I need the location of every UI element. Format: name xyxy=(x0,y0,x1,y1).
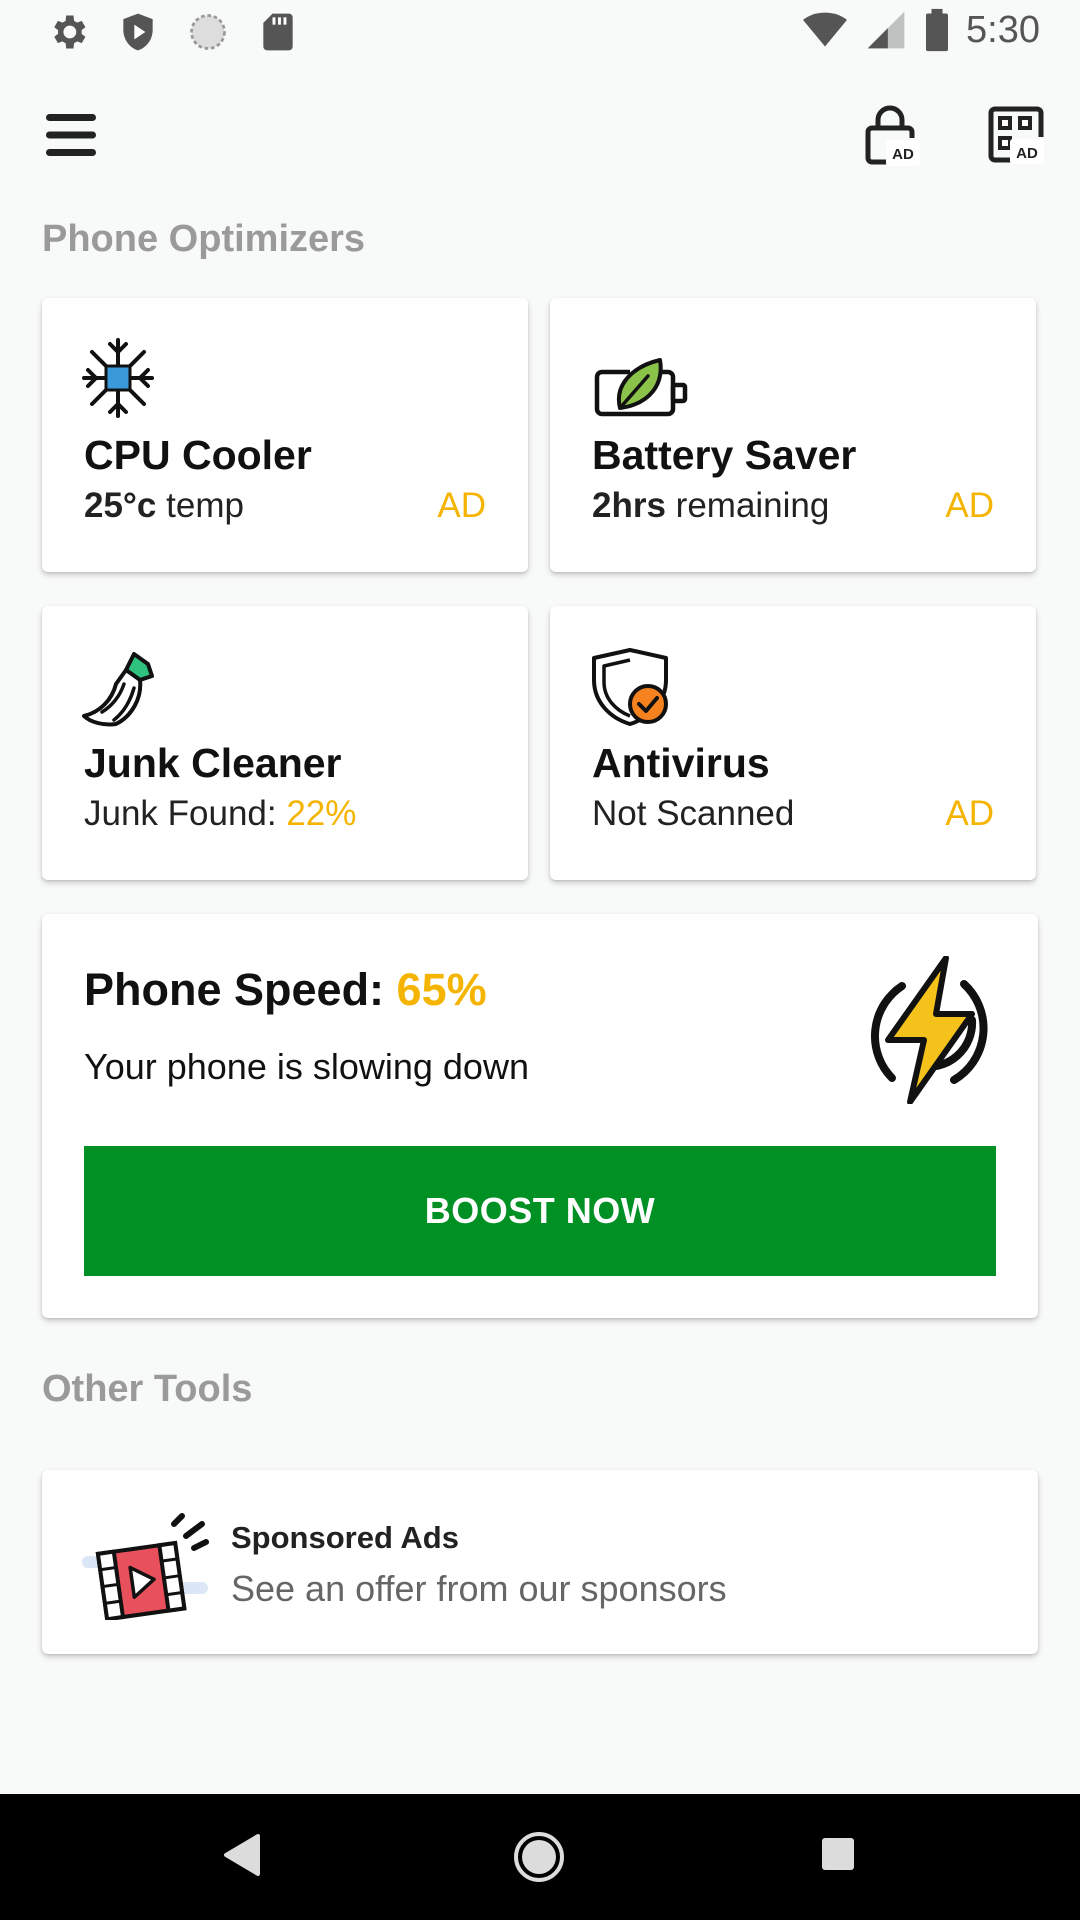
qr-ad-icon: AD xyxy=(988,106,1044,164)
system-nav-bar xyxy=(0,1794,1080,1920)
ad-tag: AD xyxy=(945,794,994,833)
sponsored-ads-description: See an offer from our sponsors xyxy=(231,1568,727,1609)
tile-subtitle: Junk Found: 22% xyxy=(84,794,356,834)
tile-title: Antivirus xyxy=(592,740,770,786)
snowflake-cpu-icon xyxy=(82,338,154,418)
sd-card-icon xyxy=(263,13,293,51)
broom-icon xyxy=(82,652,154,727)
wifi-icon xyxy=(803,12,848,47)
ad-tag: AD xyxy=(945,486,994,525)
qr-ad-button[interactable]: AD xyxy=(988,106,1044,164)
settings-icon xyxy=(54,15,86,49)
lock-ad-badge: AD xyxy=(892,146,914,163)
boost-now-button[interactable]: BOOST NOW xyxy=(84,1146,996,1276)
shield-icon xyxy=(123,13,153,51)
phone-speed-card: Phone Speed: 65% Your phone is slowing d… xyxy=(42,914,1038,1318)
phone-speed-description: Your phone is slowing down xyxy=(84,1046,529,1087)
shield-check-icon xyxy=(592,648,668,726)
sponsored-ads-title: Sponsored Ads xyxy=(231,1520,459,1555)
tile-value: 2hrs xyxy=(592,486,666,525)
phone-speed-value: 65% xyxy=(396,964,487,1015)
lock-ad-button[interactable]: AD xyxy=(864,104,920,166)
tile-value-suffix: temp xyxy=(156,486,244,525)
battery-icon xyxy=(926,8,949,52)
toolbar: AD AD xyxy=(0,90,1080,186)
tile-title: CPU Cooler xyxy=(84,432,312,478)
tile-title: Battery Saver xyxy=(592,432,857,478)
status-time: 5:30 xyxy=(966,8,1040,51)
tile-value: 22% xyxy=(286,794,357,833)
tile-title: Junk Cleaner xyxy=(84,740,342,786)
phone-speed-title: Phone Speed: 65% xyxy=(84,964,487,1016)
tile-cpu-cooler[interactable]: CPU Cooler 25°c temp AD xyxy=(42,298,528,572)
back-icon[interactable] xyxy=(222,1832,262,1878)
video-ad-icon xyxy=(82,1513,209,1620)
status-bar: 5:30 xyxy=(0,0,1080,64)
tile-label: Junk Found: xyxy=(84,794,287,833)
tile-value-suffix: remaining xyxy=(665,486,830,525)
section-title-optimizers: Phone Optimizers xyxy=(42,218,366,260)
home-icon[interactable] xyxy=(512,1830,566,1884)
lock-ad-icon: AD xyxy=(865,105,920,166)
sponsored-ads-card[interactable]: Sponsored Ads See an offer from our spon… xyxy=(42,1470,1038,1654)
cell-signal-icon xyxy=(867,11,905,49)
sync-icon xyxy=(190,14,226,50)
recents-icon[interactable] xyxy=(820,1836,856,1872)
hamburger-menu-icon[interactable] xyxy=(46,112,98,158)
tile-subtitle: Not Scanned xyxy=(592,794,795,833)
phone-speed-label: Phone Speed: xyxy=(84,964,397,1015)
qr-ad-badge: AD xyxy=(1016,145,1038,162)
section-title-other-tools: Other Tools xyxy=(42,1368,253,1410)
tile-subtitle: 25°c temp xyxy=(84,486,244,526)
tile-battery-saver[interactable]: Battery Saver 2hrs remaining AD xyxy=(550,298,1036,572)
tile-antivirus[interactable]: Antivirus Not Scanned AD xyxy=(550,606,1036,880)
ad-tag: AD xyxy=(437,486,486,525)
tile-subtitle: 2hrs remaining xyxy=(592,486,829,526)
tile-junk-cleaner[interactable]: Junk Cleaner Junk Found: 22% xyxy=(42,606,528,880)
battery-leaf-icon xyxy=(594,358,688,417)
tile-value: 25°c xyxy=(84,486,157,525)
lightning-bolt-icon xyxy=(871,956,988,1104)
